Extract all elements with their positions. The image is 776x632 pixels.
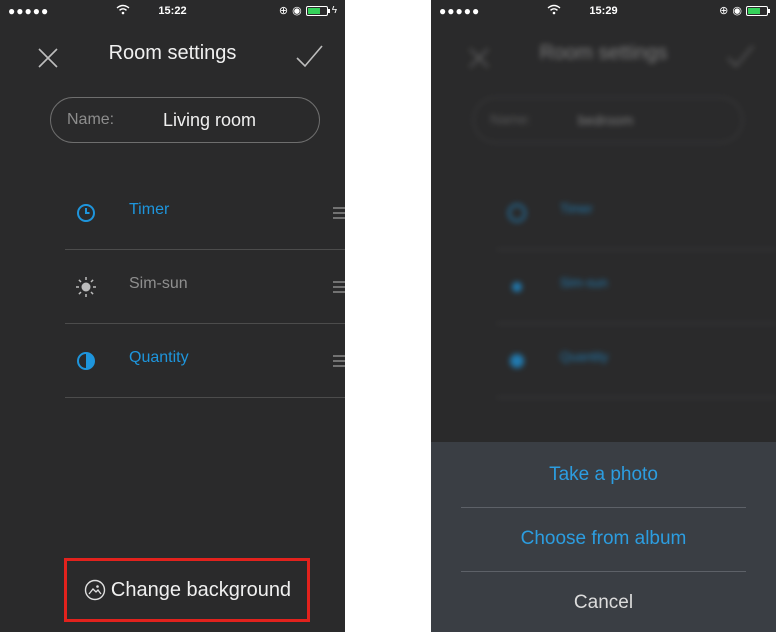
choose-from-album-button[interactable]: Choose from album bbox=[461, 507, 746, 571]
charging-icon: ϟ bbox=[331, 5, 337, 16]
row-label: Quantity bbox=[560, 349, 609, 364]
sun-icon bbox=[76, 277, 96, 297]
drag-handle-icon[interactable] bbox=[333, 206, 345, 220]
setting-row-timer: Timer bbox=[496, 175, 776, 250]
row-label: Sim-sun bbox=[129, 275, 188, 292]
row-label: Timer bbox=[129, 201, 170, 218]
cancel-button[interactable]: Cancel bbox=[461, 571, 746, 632]
name-input: Name: bedroom bbox=[473, 97, 743, 143]
clock-icon bbox=[508, 204, 526, 222]
change-background-button[interactable]: Change background bbox=[64, 558, 310, 622]
half-circle-icon bbox=[510, 354, 524, 368]
drag-handle-icon[interactable] bbox=[333, 354, 345, 368]
battery-icon bbox=[305, 5, 330, 16]
rotation-lock-icon: ⊕ bbox=[278, 5, 289, 17]
sun-icon bbox=[512, 282, 522, 292]
change-background-label: Change background bbox=[110, 578, 292, 601]
name-value: bedroom bbox=[578, 112, 634, 128]
name-input[interactable]: Name: Living room bbox=[50, 97, 320, 143]
name-label: Name: bbox=[490, 111, 532, 127]
clock-icon bbox=[77, 204, 95, 222]
setting-row-sim-sun[interactable]: Sim-sun bbox=[65, 249, 345, 324]
take-photo-button[interactable]: Take a photo bbox=[461, 443, 746, 507]
setting-row-quantity[interactable]: Quantity bbox=[65, 323, 345, 398]
checkmark-icon[interactable] bbox=[293, 42, 325, 70]
action-sheet: Take a photo Choose from album Cancel bbox=[431, 442, 776, 632]
setting-row-sim-sun: Sim-sun bbox=[496, 249, 776, 324]
checkmark-icon bbox=[727, 45, 754, 68]
room-settings-action-sheet-screen: ●●●●● 15:29 ⊕ ◉ Room settings Name: bedr… bbox=[431, 0, 776, 632]
drag-handle-icon[interactable] bbox=[333, 280, 345, 294]
image-icon bbox=[84, 579, 106, 601]
half-circle-icon bbox=[77, 352, 95, 370]
alarm-icon: ◉ bbox=[292, 5, 302, 17]
name-value[interactable]: Living room bbox=[163, 110, 256, 131]
room-settings-screen: ●●●●● 15:22 ⊕ ◉ ϟ Room settings Name: Li… bbox=[0, 0, 345, 632]
nav-bar: Room settings bbox=[0, 38, 345, 74]
status-bar: ●●●●● 15:22 ⊕ ◉ ϟ bbox=[0, 0, 345, 24]
setting-row-timer[interactable]: Timer bbox=[65, 175, 345, 250]
row-label: Quantity bbox=[129, 349, 189, 366]
nav-bar: Room settings bbox=[431, 38, 776, 74]
name-label: Name: bbox=[67, 111, 115, 128]
setting-row-quantity: Quantity bbox=[496, 323, 776, 398]
row-label: Sim-sun bbox=[560, 275, 608, 290]
row-label: Timer bbox=[560, 201, 593, 216]
